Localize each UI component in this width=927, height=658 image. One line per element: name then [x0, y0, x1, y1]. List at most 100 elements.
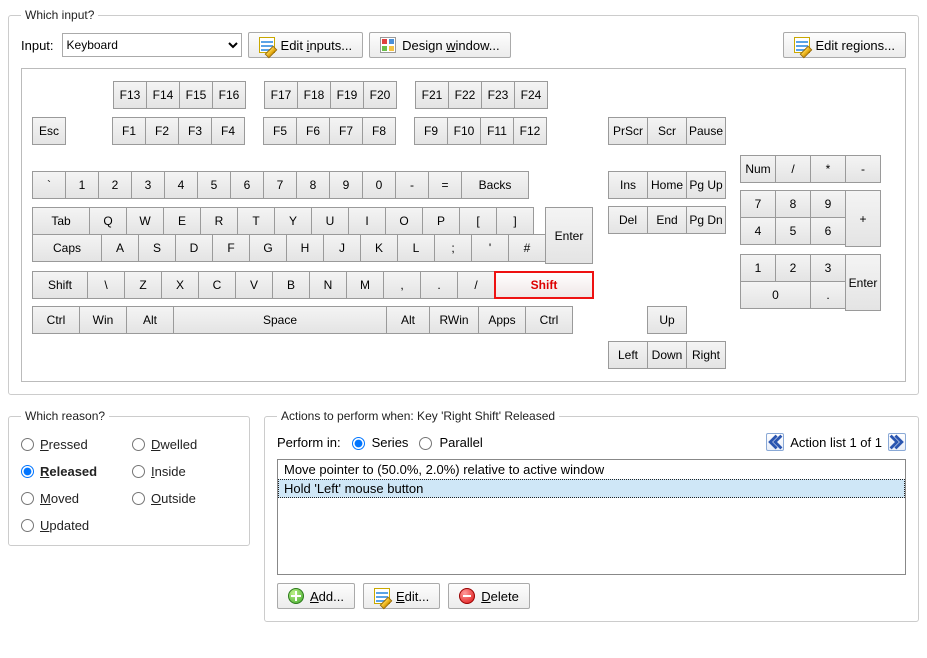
action-item[interactable]: Hold 'Left' mouse button [278, 479, 905, 498]
key-w[interactable]: W [126, 207, 164, 235]
action-list[interactable]: Move pointer to (50.0%, 2.0%) relative t… [277, 459, 906, 575]
key-x[interactable]: X [161, 271, 199, 299]
edit-regions-button[interactable]: Edit regions... [783, 32, 907, 58]
key-f20[interactable]: F20 [363, 81, 397, 109]
key-left[interactable]: Left [608, 341, 648, 369]
key-f[interactable]: F [212, 234, 250, 262]
key-u[interactable]: U [311, 207, 349, 235]
key-shift[interactable]: Shift [32, 271, 88, 299]
key-7[interactable]: 7 [263, 171, 297, 199]
key-alt[interactable]: Alt [386, 306, 430, 334]
key-[interactable]: \ [87, 271, 125, 299]
key-f5[interactable]: F5 [263, 117, 297, 145]
key-6[interactable]: 6 [230, 171, 264, 199]
key-f10[interactable]: F10 [447, 117, 481, 145]
key-[interactable]: . [420, 271, 458, 299]
key-h[interactable]: H [286, 234, 324, 262]
key-l[interactable]: L [397, 234, 435, 262]
key-g[interactable]: G [249, 234, 287, 262]
key-[interactable]: # [508, 234, 546, 262]
key-t[interactable]: T [237, 207, 275, 235]
key-[interactable]: ' [471, 234, 509, 262]
key-num[interactable]: Num [740, 155, 776, 183]
key-alt[interactable]: Alt [126, 306, 174, 334]
key-n[interactable]: N [309, 271, 347, 299]
key-[interactable]: [ [459, 207, 497, 235]
delete-action-button[interactable]: Delete [448, 583, 530, 609]
key-f1[interactable]: F1 [112, 117, 146, 145]
key-2[interactable]: 2 [775, 254, 811, 282]
key-d[interactable]: D [175, 234, 213, 262]
reason-released[interactable]: Released [21, 464, 126, 479]
key-[interactable]: / [775, 155, 811, 183]
key-c[interactable]: C [198, 271, 236, 299]
key-esc[interactable]: Esc [32, 117, 66, 145]
key-win[interactable]: Win [79, 306, 127, 334]
key-5[interactable]: 5 [197, 171, 231, 199]
key-f15[interactable]: F15 [179, 81, 213, 109]
key-s[interactable]: S [138, 234, 176, 262]
reason-pressed[interactable]: Pressed [21, 437, 126, 452]
key-down[interactable]: Down [647, 341, 687, 369]
key-4[interactable]: 4 [740, 217, 776, 245]
key-ins[interactable]: Ins [608, 171, 648, 199]
key-f6[interactable]: F6 [296, 117, 330, 145]
key-end[interactable]: End [647, 206, 687, 234]
key-f11[interactable]: F11 [480, 117, 514, 145]
perform-parallel-radio[interactable] [419, 437, 432, 450]
key-scr[interactable]: Scr [647, 117, 687, 145]
key-f21[interactable]: F21 [415, 81, 449, 109]
key-up[interactable]: Up [647, 306, 687, 334]
key-pg-dn[interactable]: Pg Dn [686, 206, 726, 234]
next-action-list-button[interactable] [888, 433, 906, 451]
key-i[interactable]: I [348, 207, 386, 235]
key-7[interactable]: 7 [740, 190, 776, 218]
key-home[interactable]: Home [647, 171, 687, 199]
reason-pressed-radio[interactable] [21, 438, 34, 451]
key-f17[interactable]: F17 [264, 81, 298, 109]
key-tab[interactable]: Tab [32, 207, 90, 235]
key-4[interactable]: 4 [164, 171, 198, 199]
key-f2[interactable]: F2 [145, 117, 179, 145]
reason-released-radio[interactable] [21, 465, 34, 478]
key-p[interactable]: P [422, 207, 460, 235]
key-prscr[interactable]: PrScr [608, 117, 648, 145]
perform-parallel-option[interactable]: Parallel [414, 434, 482, 450]
key-enter[interactable]: Enter [845, 254, 881, 311]
prev-action-list-button[interactable] [766, 433, 784, 451]
key-8[interactable]: 8 [296, 171, 330, 199]
key-m[interactable]: M [346, 271, 384, 299]
key-2[interactable]: 2 [98, 171, 132, 199]
reason-inside-radio[interactable] [132, 465, 145, 478]
key-f24[interactable]: F24 [514, 81, 548, 109]
key-caps[interactable]: Caps [32, 234, 102, 262]
key-space[interactable]: Space [173, 306, 387, 334]
key-1[interactable]: 1 [740, 254, 776, 282]
key-3[interactable]: 3 [810, 254, 846, 282]
key-ctrl[interactable]: Ctrl [525, 306, 573, 334]
key-j[interactable]: J [323, 234, 361, 262]
perform-series-option[interactable]: Series [347, 434, 409, 450]
key-apps[interactable]: Apps [478, 306, 526, 334]
key-0[interactable]: 0 [740, 281, 811, 309]
key-rwin[interactable]: RWin [429, 306, 479, 334]
key-6[interactable]: 6 [810, 217, 846, 245]
key-backs[interactable]: Backs [461, 171, 529, 199]
key-ctrl[interactable]: Ctrl [32, 306, 80, 334]
key-q[interactable]: Q [89, 207, 127, 235]
reason-dwelled-radio[interactable] [132, 438, 145, 451]
key-f9[interactable]: F9 [414, 117, 448, 145]
key-9[interactable]: 9 [810, 190, 846, 218]
key-f14[interactable]: F14 [146, 81, 180, 109]
reason-outside[interactable]: Outside [132, 491, 237, 506]
key-a[interactable]: A [101, 234, 139, 262]
key-shift[interactable]: Shift [494, 271, 594, 299]
action-item[interactable]: Move pointer to (50.0%, 2.0%) relative t… [278, 460, 905, 479]
input-select[interactable]: Keyboard [62, 33, 242, 57]
key-[interactable]: - [845, 155, 881, 183]
key-enter[interactable]: Enter [545, 207, 593, 264]
key-pg-up[interactable]: Pg Up [686, 171, 726, 199]
key-f22[interactable]: F22 [448, 81, 482, 109]
key-right[interactable]: Right [686, 341, 726, 369]
reason-dwelled[interactable]: Dwelled [132, 437, 237, 452]
